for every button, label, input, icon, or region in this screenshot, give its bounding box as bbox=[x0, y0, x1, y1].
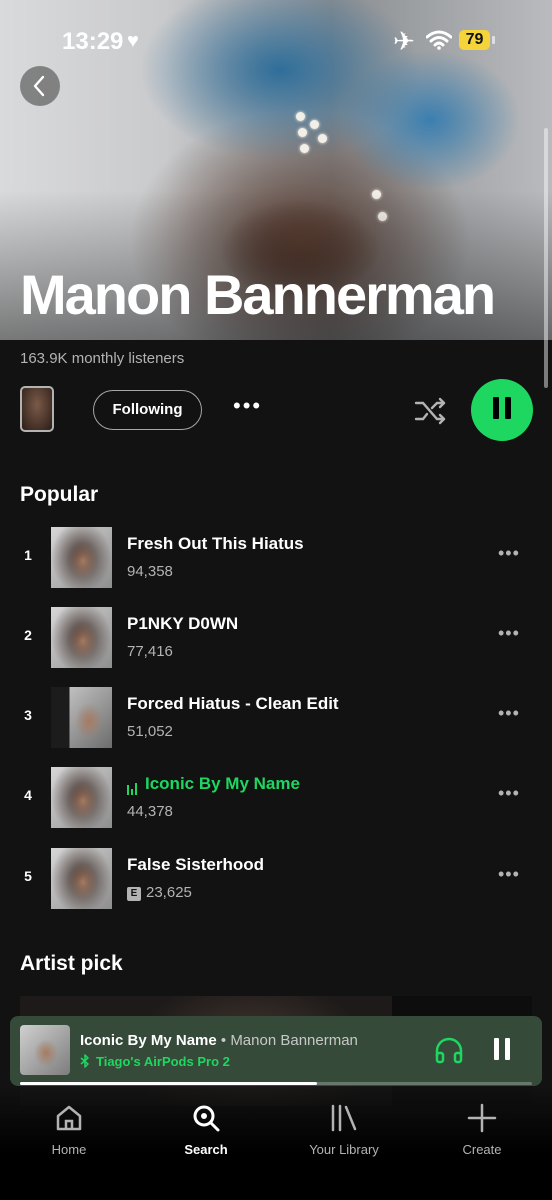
track-artwork bbox=[51, 767, 112, 828]
track-title: Forced Hiatus - Clean Edit bbox=[127, 694, 339, 713]
more-options-icon[interactable]: ••• bbox=[233, 393, 262, 419]
tab-your-library[interactable]: Your Library bbox=[289, 1102, 399, 1157]
track-artwork bbox=[51, 607, 112, 668]
plus-icon bbox=[467, 1103, 497, 1133]
track-artwork bbox=[51, 527, 112, 588]
tab-create[interactable]: Create bbox=[427, 1102, 537, 1157]
artist-preview-thumbnail[interactable] bbox=[20, 386, 54, 432]
pause-button[interactable] bbox=[471, 379, 533, 441]
status-bar: 13:29 ♥ ✈ 79 bbox=[0, 0, 552, 80]
track-more-icon[interactable]: ••• bbox=[498, 543, 520, 564]
headphones-icon[interactable] bbox=[434, 1036, 464, 1064]
tab-bar: Home Search Your Library Create bbox=[0, 1086, 552, 1200]
now-playing-title: Iconic By My Name bbox=[80, 1032, 217, 1049]
status-time: 13:29 bbox=[62, 28, 124, 55]
home-icon bbox=[56, 1105, 82, 1131]
track-more-icon[interactable]: ••• bbox=[498, 703, 520, 724]
heart-icon: ♥ bbox=[127, 30, 139, 52]
scroll-indicator[interactable] bbox=[544, 128, 548, 388]
track-play-count: 51,052 bbox=[127, 723, 173, 740]
track-play-count: 94,358 bbox=[127, 563, 173, 580]
track-title: P1NKY D0WN bbox=[127, 614, 239, 633]
tab-label: Search bbox=[184, 1142, 228, 1157]
now-playing-device[interactable]: Tiago's AirPods Pro 2 bbox=[80, 1054, 230, 1069]
equalizer-icon bbox=[127, 775, 139, 795]
tab-label: Home bbox=[51, 1142, 87, 1157]
playback-progress-fill bbox=[20, 1082, 317, 1085]
library-icon bbox=[331, 1104, 357, 1132]
track-play-count: 44,378 bbox=[127, 803, 173, 820]
pause-icon bbox=[490, 396, 514, 424]
chevron-left-icon bbox=[33, 75, 45, 97]
track-title: False Sisterhood bbox=[127, 855, 264, 874]
bluetooth-icon bbox=[80, 1054, 89, 1068]
track-more-icon[interactable]: ••• bbox=[498, 783, 520, 804]
track-title-playing: Iconic By My Name bbox=[127, 774, 300, 795]
track-title: Fresh Out This Hiatus bbox=[127, 534, 304, 553]
artist-name: Manon Bannerman bbox=[20, 263, 496, 326]
track-row[interactable]: 2 P1NKY D0WN 77,416 ••• bbox=[0, 607, 552, 669]
now-playing-artwork bbox=[20, 1025, 70, 1075]
battery-tip bbox=[492, 36, 495, 44]
following-button[interactable]: Following bbox=[93, 390, 202, 430]
now-playing-info: Iconic By My Name • Manon Bannerman bbox=[80, 1032, 358, 1049]
track-play-count: 23,625 bbox=[146, 884, 192, 901]
tab-search[interactable]: Search bbox=[151, 1102, 261, 1157]
track-play-count: 77,416 bbox=[127, 643, 173, 660]
popular-section-title: Popular bbox=[20, 483, 99, 506]
track-rank: 3 bbox=[24, 707, 32, 723]
search-icon bbox=[193, 1105, 220, 1132]
now-playing-artist: Manon Bannerman bbox=[230, 1032, 358, 1049]
airplane-icon: ✈ bbox=[393, 26, 415, 56]
track-more-icon[interactable]: ••• bbox=[498, 623, 520, 644]
playback-progress[interactable] bbox=[20, 1082, 532, 1085]
track-play-count-row: E 23,625 bbox=[127, 884, 192, 901]
track-artwork bbox=[51, 687, 112, 748]
track-row-now-playing[interactable]: 4 Iconic By My Name 44,378 ••• bbox=[0, 767, 552, 829]
wifi-icon bbox=[426, 30, 452, 50]
back-button[interactable] bbox=[20, 66, 60, 106]
track-title: Iconic By My Name bbox=[145, 774, 300, 793]
now-playing-separator: • bbox=[216, 1032, 231, 1049]
battery-icon: 79 bbox=[459, 30, 490, 50]
track-row[interactable]: 5 False Sisterhood E 23,625 ••• bbox=[0, 848, 552, 910]
track-rank: 4 bbox=[24, 787, 32, 803]
track-more-icon[interactable]: ••• bbox=[498, 864, 520, 885]
now-playing-bar[interactable]: Iconic By My Name • Manon Bannerman Tiag… bbox=[10, 1016, 542, 1086]
tab-label: Create bbox=[462, 1142, 502, 1157]
shuffle-icon[interactable] bbox=[413, 394, 449, 428]
mini-pause-button[interactable] bbox=[494, 1038, 516, 1065]
monthly-listeners: 163.9K monthly listeners bbox=[20, 350, 185, 367]
track-row[interactable]: 1 Fresh Out This Hiatus 94,358 ••• bbox=[0, 527, 552, 589]
track-artwork bbox=[51, 848, 112, 909]
device-name: Tiago's AirPods Pro 2 bbox=[96, 1054, 230, 1069]
tab-label: Your Library bbox=[309, 1142, 379, 1157]
track-rank: 5 bbox=[24, 868, 32, 884]
artist-pick-title: Artist pick bbox=[20, 952, 123, 975]
track-rank: 2 bbox=[24, 627, 32, 643]
explicit-badge: E bbox=[127, 887, 141, 901]
track-row[interactable]: 3 Forced Hiatus - Clean Edit 51,052 ••• bbox=[0, 687, 552, 749]
tab-home[interactable]: Home bbox=[14, 1102, 124, 1157]
track-rank: 1 bbox=[24, 547, 32, 563]
